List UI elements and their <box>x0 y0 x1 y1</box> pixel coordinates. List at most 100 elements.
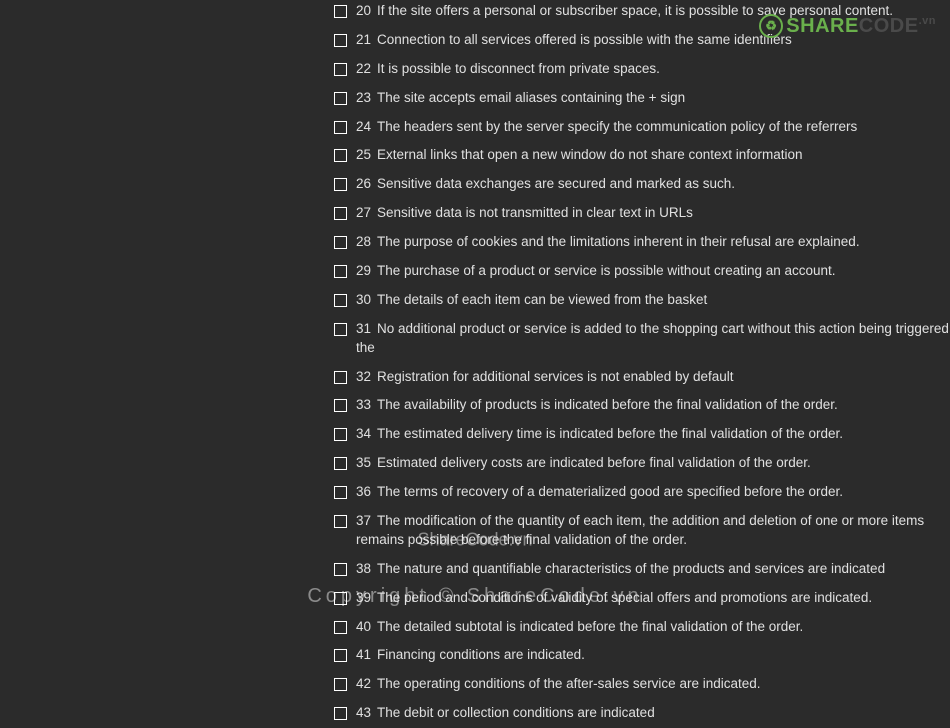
checklist-item-number: 28 <box>356 234 371 249</box>
checklist-item: 33 The availability of products is indica… <box>334 391 950 420</box>
checklist-item-text: 33 The availability of products is indica… <box>356 396 838 415</box>
checklist-item-text: 22 It is possible to disconnect from priv… <box>356 60 660 79</box>
checkbox[interactable] <box>334 34 347 47</box>
checkbox[interactable] <box>334 707 347 720</box>
checklist-item: 34 The estimated delivery time is indicat… <box>334 420 950 449</box>
checklist-item-label: Sensitive data exchanges are secured and… <box>377 176 735 191</box>
checklist-item-text: 36 The terms of recovery of a demateriali… <box>356 483 843 502</box>
checklist-item: 36 The terms of recovery of a demateriali… <box>334 478 950 507</box>
checklist-item: 39 The period and conditions of validity … <box>334 584 950 613</box>
checkbox[interactable] <box>334 621 347 634</box>
checkbox[interactable] <box>334 371 347 384</box>
checklist-item-label: The period and conditions of validity of… <box>377 590 872 605</box>
checklist-item-text: 26 Sensitive data exchanges are secured a… <box>356 175 735 194</box>
checklist-item-label: It is possible to disconnect from privat… <box>377 61 660 76</box>
checklist-item-label: The estimated delivery time is indicated… <box>377 426 843 441</box>
checklist-item-number: 37 <box>356 513 371 528</box>
checklist-item-label: Registration for additional services is … <box>377 369 733 384</box>
checkbox[interactable] <box>334 592 347 605</box>
checklist-item: 30The details of each item can be viewed… <box>334 286 950 315</box>
checklist-item-label: The debit or collection conditions are i… <box>377 705 655 720</box>
checklist-item-text: 27 Sensitive data is not transmitted in c… <box>356 204 693 223</box>
checklist-item-label: The purpose of cookies and the limitatio… <box>377 234 860 249</box>
checklist-item-number: 22 <box>356 61 371 76</box>
checkbox[interactable] <box>334 92 347 105</box>
watermark-logo-vn: .vn <box>919 15 936 27</box>
checklist-item: 42 The operating conditions of the after-… <box>334 670 950 699</box>
checklist-item-number: 25 <box>356 147 371 162</box>
checklist-item-text: 24 The headers sent by the server specify… <box>356 118 857 137</box>
checkbox[interactable] <box>334 457 347 470</box>
checkbox[interactable] <box>334 649 347 662</box>
checklist-item-text: 38The nature and quantifiable characteri… <box>356 560 885 579</box>
checklist-item-number: 24 <box>356 119 371 134</box>
checkbox[interactable] <box>334 178 347 191</box>
checklist-item-number: 23 <box>356 90 371 105</box>
checkbox[interactable] <box>334 678 347 691</box>
checklist-item: 28 The purpose of cookies and the limitat… <box>334 228 950 257</box>
checklist-item-text: 39 The period and conditions of validity … <box>356 589 872 608</box>
checklist-item: 22 It is possible to disconnect from priv… <box>334 55 950 84</box>
checklist-item-number: 26 <box>356 176 371 191</box>
checklist-item: 43 The debit or collection conditions are… <box>334 699 950 728</box>
checklist-item-label: Connection to all services offered is po… <box>377 32 792 47</box>
checkbox[interactable] <box>334 486 347 499</box>
checklist-item-text: 37The modification of the quantity of ea… <box>356 512 950 550</box>
watermark-logo-code: CODE <box>859 15 919 38</box>
checklist-item-number: 41 <box>356 647 371 662</box>
checklist-item-text: 43 The debit or collection conditions are… <box>356 704 655 723</box>
checklist-item: 31No additional product or service is ad… <box>334 315 950 363</box>
checkbox[interactable] <box>334 5 347 18</box>
checkbox[interactable] <box>334 121 347 134</box>
checklist-item-text: 31No additional product or service is ad… <box>356 320 950 358</box>
checklist-item: 29 The purchase of a product or service i… <box>334 257 950 286</box>
watermark-logo-share: SHARE <box>786 15 859 38</box>
checklist-item: 27 Sensitive data is not transmitted in c… <box>334 199 950 228</box>
checklist-item-number: 34 <box>356 426 371 441</box>
checklist-container: 20If the site offers a personal or subsc… <box>334 0 950 728</box>
checkbox[interactable] <box>334 207 347 220</box>
checklist-item-number: 29 <box>356 263 371 278</box>
checklist-item: 40The detailed subtotal is indicated bef… <box>334 613 950 642</box>
checkbox[interactable] <box>334 294 347 307</box>
checklist-item-number: 35 <box>356 455 371 470</box>
checkbox[interactable] <box>334 236 347 249</box>
checklist-item-number: 32 <box>356 369 371 384</box>
checkbox[interactable] <box>334 399 347 412</box>
checklist-item-label: The purchase of a product or service is … <box>377 263 836 278</box>
checklist-item-number: 20 <box>356 3 371 18</box>
checkbox[interactable] <box>334 323 347 336</box>
checklist-item-number: 42 <box>356 676 371 691</box>
checklist-item-number: 27 <box>356 205 371 220</box>
checklist-item: 41Financing conditions are indicated. <box>334 641 950 670</box>
checklist-item-label: The operating conditions of the after-sa… <box>377 676 760 691</box>
checklist-item-label: Estimated delivery costs are indicated b… <box>377 455 811 470</box>
checkbox[interactable] <box>334 149 347 162</box>
checkbox[interactable] <box>334 428 347 441</box>
checklist: 20If the site offers a personal or subsc… <box>334 0 950 728</box>
checklist-item: 37The modification of the quantity of ea… <box>334 507 950 555</box>
checklist-item-text: 34 The estimated delivery time is indicat… <box>356 425 843 444</box>
checklist-item-label: The details of each item can be viewed f… <box>377 292 707 307</box>
checklist-item: 38The nature and quantifiable characteri… <box>334 555 950 584</box>
checklist-item-text: 30The details of each item can be viewed… <box>356 291 707 310</box>
checklist-item-label: No additional product or service is adde… <box>356 321 950 355</box>
checklist-item-label: Sensitive data is not transmitted in cle… <box>377 205 693 220</box>
checklist-item-number: 38 <box>356 561 371 576</box>
checkbox[interactable] <box>334 563 347 576</box>
checklist-item: 32 Registration for additional services i… <box>334 363 950 392</box>
checklist-item: 23 The site accepts email aliases contain… <box>334 84 950 113</box>
checklist-item-label: External links that open a new window do… <box>377 147 803 162</box>
checklist-item: 35 Estimated delivery costs are indicated… <box>334 449 950 478</box>
checklist-item-number: 36 <box>356 484 371 499</box>
checklist-item-label: The terms of recovery of a dematerialize… <box>377 484 843 499</box>
checkbox[interactable] <box>334 63 347 76</box>
checklist-item-label: The headers sent by the server specify t… <box>377 119 857 134</box>
checklist-item-number: 39 <box>356 590 371 605</box>
checklist-item-number: 43 <box>356 705 371 720</box>
checklist-item-label: The site accepts email aliases containin… <box>377 90 685 105</box>
checkbox[interactable] <box>334 265 347 278</box>
checkbox[interactable] <box>334 515 347 528</box>
checklist-item-number: 33 <box>356 397 371 412</box>
checklist-item-label: The availability of products is indicate… <box>377 397 838 412</box>
